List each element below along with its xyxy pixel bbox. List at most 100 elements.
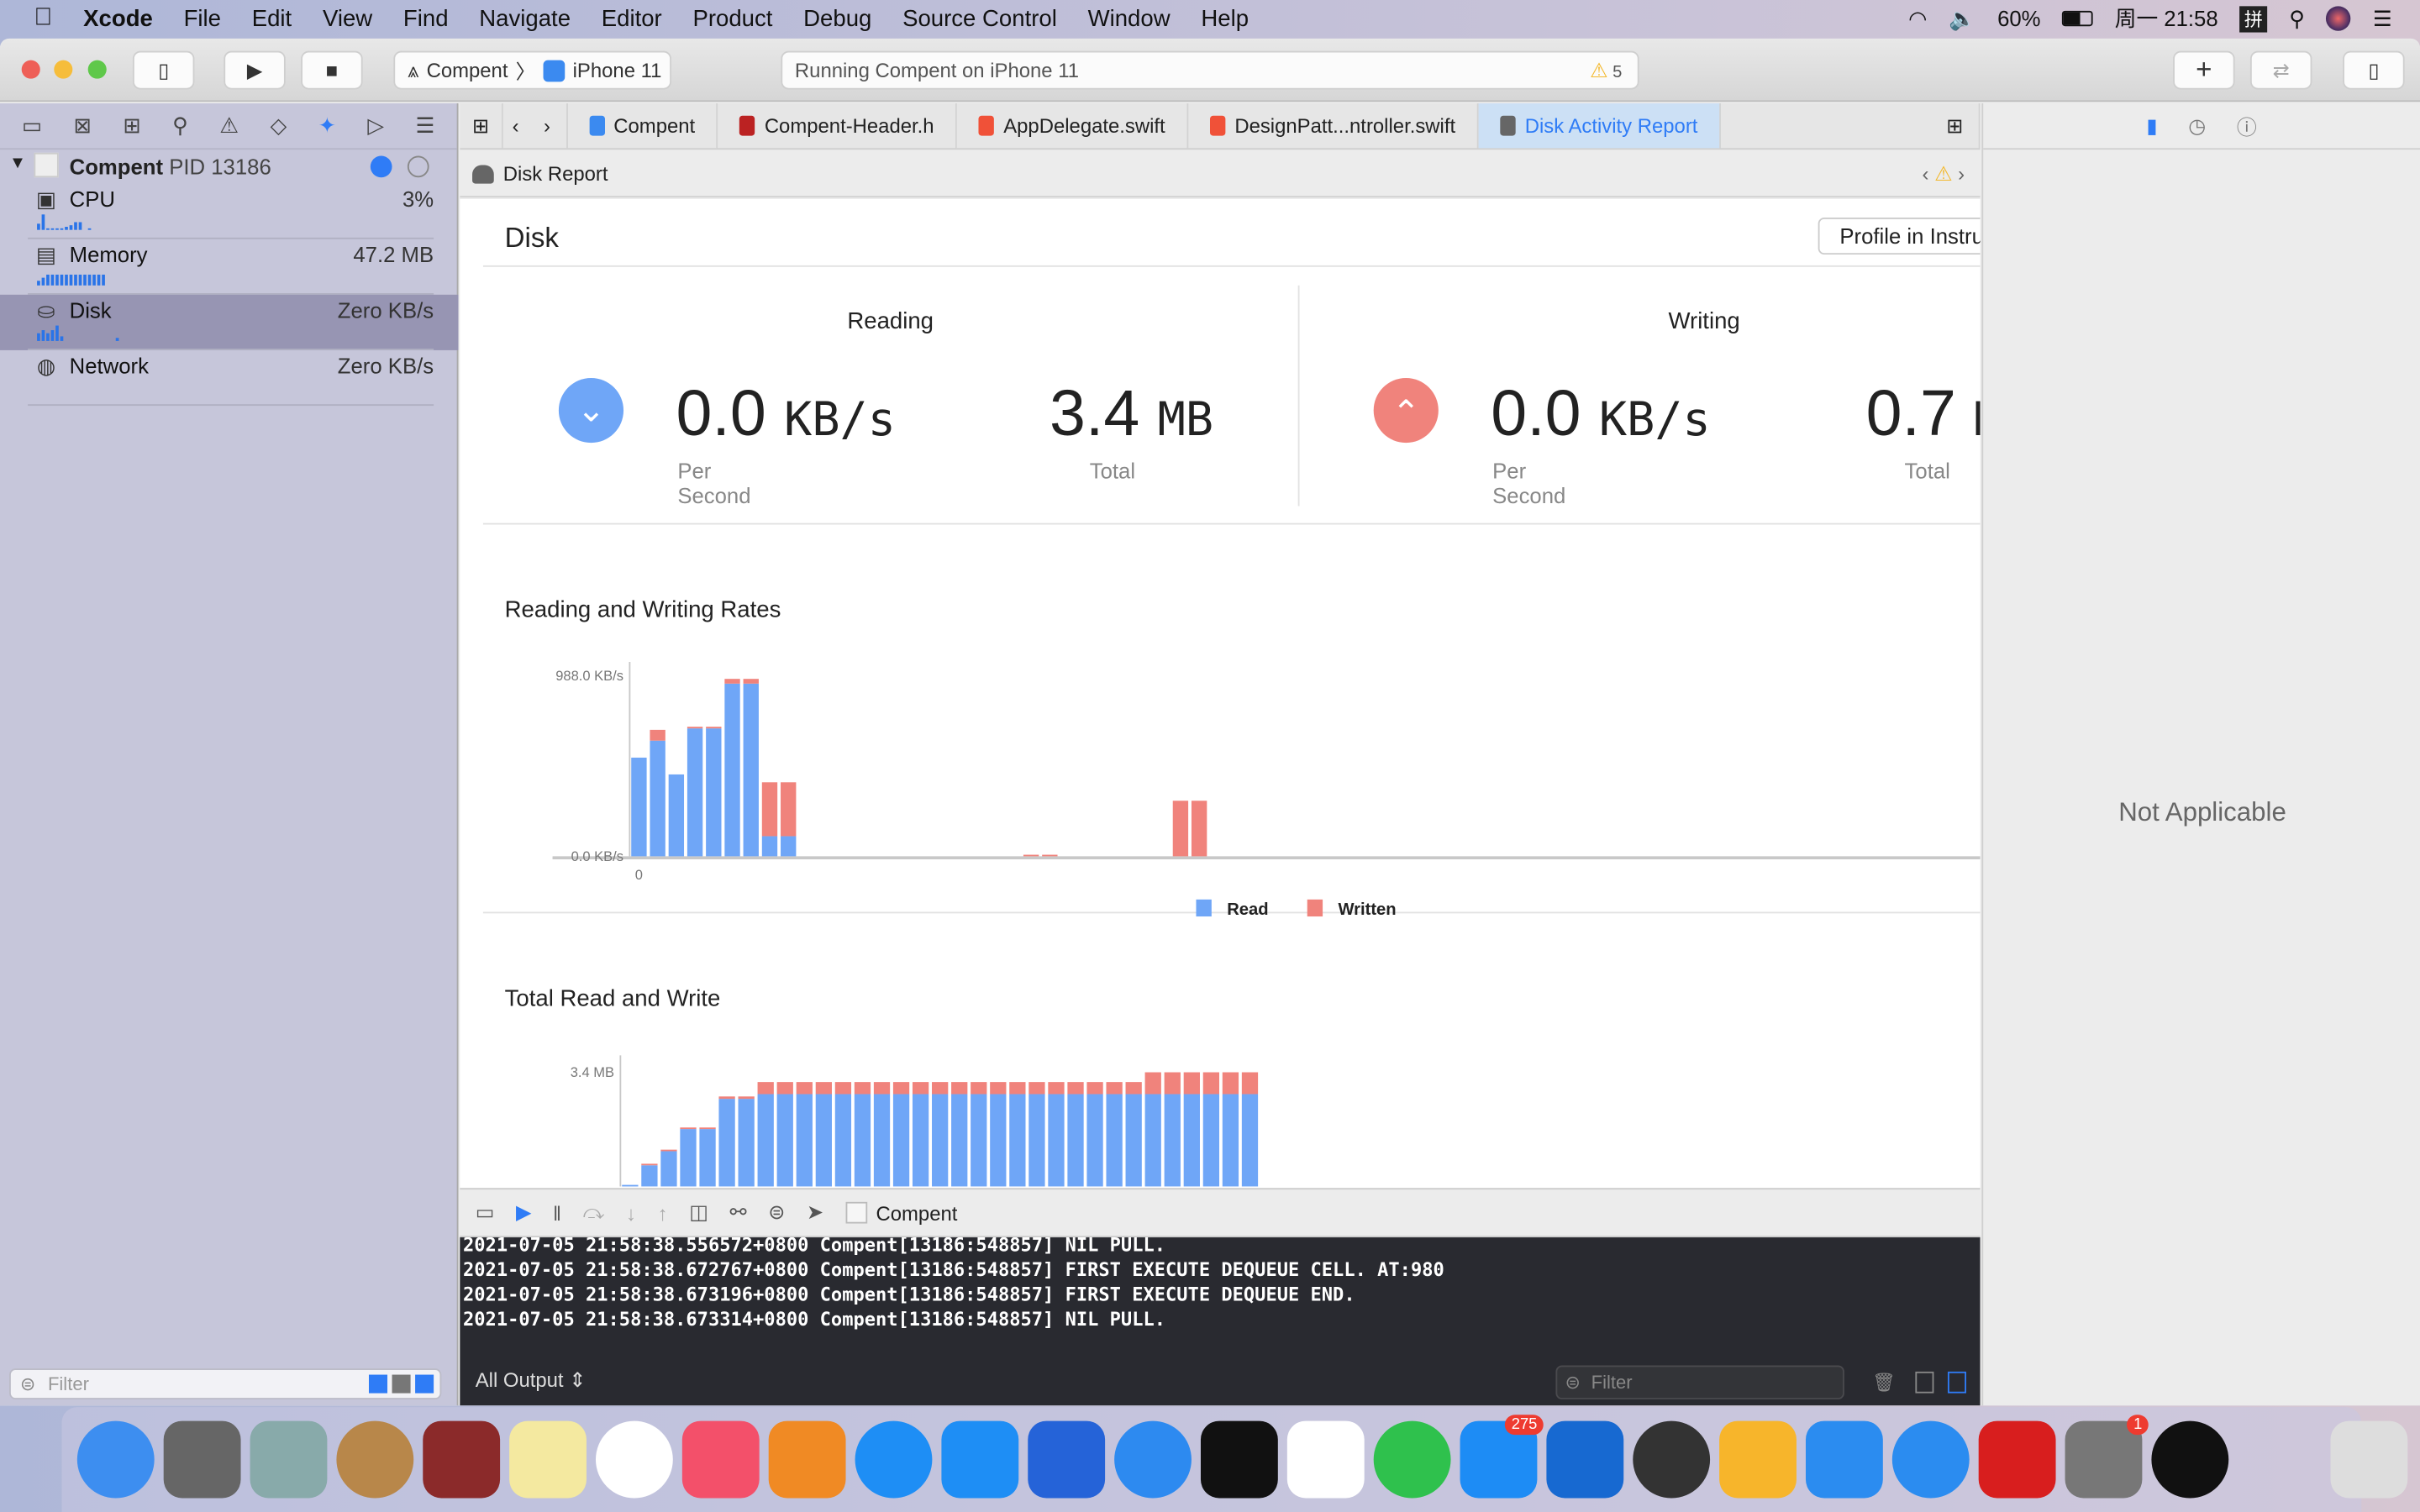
profile-in-instruments-button[interactable]: Profile in Instruments <box>1818 217 1981 255</box>
dock-mail[interactable] <box>250 1420 328 1499</box>
close-window-button[interactable] <box>21 60 40 79</box>
navigator-filter-input[interactable]: Filter ⊜ <box>9 1368 442 1399</box>
dock-instruments[interactable] <box>1633 1420 1711 1499</box>
tab-compent[interactable]: Compent <box>567 103 718 149</box>
menu-help[interactable]: Help <box>1186 5 1264 31</box>
dock-chrome[interactable] <box>1286 1420 1365 1499</box>
minimize-window-button[interactable] <box>54 60 73 79</box>
zoom-window-button[interactable] <box>87 60 107 79</box>
dock-remote-desktop[interactable] <box>1028 1420 1106 1499</box>
input-method-icon[interactable]: 拼 <box>2239 5 2268 32</box>
dock-launchpad[interactable] <box>163 1420 241 1499</box>
clock[interactable]: 周一 21:58 <box>2115 3 2218 34</box>
menu-file[interactable]: File <box>168 5 236 31</box>
menu-app[interactable]: Xcode <box>68 5 168 31</box>
trash-icon[interactable]: 🗑 <box>1872 1372 1896 1394</box>
dock-lark[interactable] <box>1114 1420 1192 1499</box>
dock-contacts[interactable] <box>336 1420 414 1499</box>
menu-navigate[interactable]: Navigate <box>464 5 586 31</box>
environment-overrides-icon[interactable]: ⊜ <box>768 1200 785 1225</box>
gauge-memory[interactable]: ▤ Memory 47.2 MB <box>0 239 459 295</box>
tab-disk-activity-report[interactable]: Disk Activity Report <box>1478 103 1721 149</box>
gauge-network[interactable]: ◍ Network Zero KB/s <box>0 350 459 407</box>
dock-photos[interactable] <box>595 1420 673 1499</box>
pause-process-icon[interactable] <box>407 155 429 178</box>
hide-debug-area-icon[interactable]: ▭ <box>476 1200 495 1225</box>
menu-edit[interactable]: Edit <box>236 5 307 31</box>
console-output[interactable]: 2021-07-05 21:58:38.556572+0800 Compent[… <box>460 1237 1981 1406</box>
menu-view[interactable]: View <box>308 5 388 31</box>
dock-music[interactable] <box>681 1420 760 1499</box>
dock-facetime[interactable] <box>1373 1420 1451 1499</box>
toggle-navigator-button[interactable]: ▯ <box>132 50 195 90</box>
spotlight-search-icon[interactable]: ⚲ <box>2289 5 2305 31</box>
wifi-icon[interactable]: ◠ <box>1908 5 1927 31</box>
find-icon[interactable]: ⚲ <box>172 113 188 139</box>
issue-icon[interactable]: ⚠ <box>219 113 239 139</box>
history-icon[interactable]: ◷ <box>2188 113 2206 138</box>
apple-menu-icon[interactable]:  <box>0 5 68 33</box>
dock-terminal[interactable] <box>2151 1420 2229 1499</box>
dock-finder[interactable] <box>76 1420 155 1499</box>
dock-simulator[interactable] <box>1891 1420 1970 1499</box>
next-issue-icon[interactable]: › <box>1958 161 1965 185</box>
debug-process-name[interactable]: Compent <box>876 1201 958 1225</box>
volume-icon[interactable]: 🔈 <box>1949 5 1975 31</box>
tab-appdelegate-swift[interactable]: AppDelegate.swift <box>957 103 1189 149</box>
dock-app-store[interactable] <box>855 1420 933 1499</box>
filter-options[interactable] <box>368 1374 434 1394</box>
step-into-icon[interactable]: ↓ <box>626 1201 636 1225</box>
library-button[interactable]: + <box>2173 50 2235 90</box>
code-review-button[interactable]: ⇄ <box>2249 50 2312 90</box>
tab-compent-header-h[interactable]: Compent-Header.h <box>718 103 958 149</box>
siri-icon[interactable] <box>2326 6 2352 31</box>
menu-debug[interactable]: Debug <box>788 5 887 31</box>
console-filter-input[interactable]: ⊜ Filter <box>1555 1365 1844 1399</box>
debug-icon[interactable]: ✦ <box>318 113 337 139</box>
device-name[interactable]: iPhone 11 <box>573 59 662 82</box>
help-icon[interactable]: ⓘ <box>2237 111 2257 140</box>
scheme-selector[interactable]: ⩓ Compent 〉 iPhone 11 <box>393 50 671 90</box>
dock-safari[interactable] <box>941 1420 1019 1499</box>
dock-books[interactable] <box>768 1420 846 1499</box>
battery-text[interactable]: 60% <box>1997 6 2040 30</box>
tab-designpatt-ntroller-swift[interactable]: DesignPatt...ntroller.swift <box>1188 103 1479 149</box>
dock-sketch[interactable] <box>1719 1420 1797 1499</box>
file-inspector-icon[interactable]: ▮ <box>2146 113 2157 138</box>
warnings-badge[interactable]: ⚠ 5 <box>1590 58 1622 82</box>
source-control-icon[interactable]: ⊠ <box>74 113 92 139</box>
report-icon[interactable]: ☰ <box>415 113 434 139</box>
dock-notes[interactable] <box>509 1420 587 1499</box>
dock-wechat[interactable] <box>1200 1420 1278 1499</box>
folder-icon[interactable]: ▭ <box>22 113 42 139</box>
dock-system-preferences[interactable]: 1 <box>2065 1415 2149 1499</box>
pause-icon[interactable]: ‖ <box>553 1201 561 1225</box>
toggle-inspector-button[interactable]: ▯ <box>2343 50 2405 90</box>
add-editor-icon[interactable]: ⊞ <box>1931 103 1981 149</box>
dock-dictionary[interactable] <box>423 1420 501 1499</box>
location-icon[interactable]: ➤ <box>807 1200 823 1225</box>
menu-source-control[interactable]: Source Control <box>887 5 1073 31</box>
forward-button[interactable]: › <box>529 103 568 149</box>
dock-messages[interactable]: 275 <box>1460 1415 1544 1499</box>
symbol-icon[interactable]: ⊞ <box>123 113 141 139</box>
dock-xcode[interactable] <box>1805 1420 1883 1499</box>
previous-issue-icon[interactable]: ‹ <box>1922 161 1928 185</box>
related-items-icon[interactable]: ⊞ <box>460 103 503 149</box>
memory-graph-icon[interactable]: ⚯ <box>730 1200 747 1225</box>
gauge-cpu[interactable]: ▣ CPU 3% <box>0 184 459 239</box>
disclosure-triangle-icon[interactable]: ▼ <box>9 155 26 173</box>
view-hierarchy-icon[interactable]: ◫ <box>689 1200 708 1225</box>
dock-netease-music[interactable] <box>1978 1420 2056 1499</box>
run-button[interactable]: ▶ <box>224 50 286 90</box>
dock-trash[interactable] <box>2330 1420 2408 1499</box>
gauge-icon[interactable] <box>370 155 392 178</box>
variables-view-toggle-icon[interactable] <box>1915 1371 1934 1394</box>
step-over-icon[interactable]: ⤼ <box>583 1200 605 1225</box>
menu-window[interactable]: Window <box>1072 5 1186 31</box>
step-out-icon[interactable]: ↑ <box>658 1201 668 1225</box>
breakpoint-icon[interactable]: ▷ <box>367 113 384 139</box>
dock-onedrive[interactable] <box>1546 1420 1624 1499</box>
process-row[interactable]: ▼ Compent PID 13186 <box>0 150 459 183</box>
notification-center-icon[interactable]: ☰ <box>2373 5 2392 31</box>
